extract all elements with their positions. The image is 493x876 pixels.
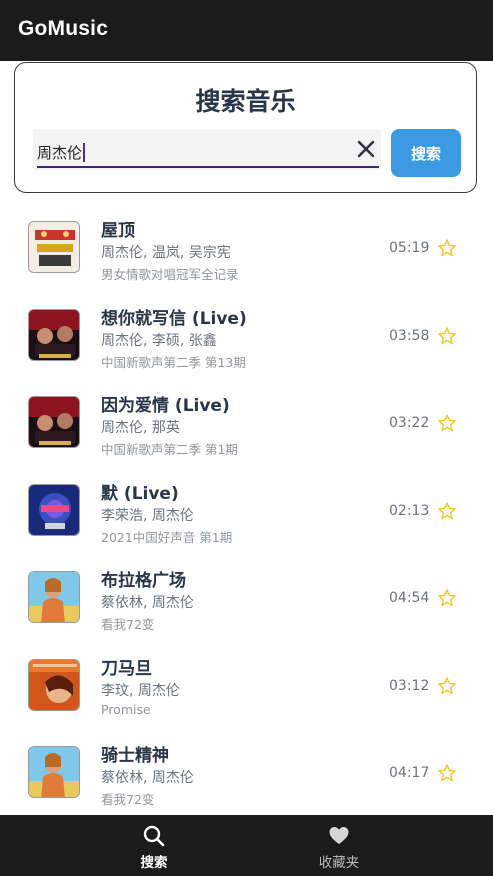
song-title: 因为爱情 (Live) — [101, 396, 230, 416]
song-duration: 04:17 — [389, 765, 430, 781]
song-album: Promise — [101, 701, 151, 717]
star-outline-icon[interactable] — [437, 413, 457, 433]
app-title: GoMusic — [18, 17, 109, 40]
star-outline-icon[interactable] — [437, 238, 457, 258]
song-row[interactable]: 屋顶 周杰伦, 温岚, 吴宗宪 男女情歌对唱冠军全记录 05:19 — [0, 200, 493, 288]
search-input-underline — [37, 166, 379, 168]
song-row[interactable]: 因为爱情 (Live) 周杰伦, 那英 中国新歌声第二季 第1期 03:22 — [0, 375, 493, 463]
search-button[interactable]: 搜索 — [391, 129, 461, 177]
close-icon[interactable] — [357, 140, 375, 158]
star-outline-icon[interactable] — [437, 676, 457, 696]
song-artists: 蔡依林, 周杰伦 — [101, 770, 194, 786]
heart-icon — [329, 827, 349, 844]
song-row[interactable]: 想你就写信 (Live) 周杰伦, 李硕, 张鑫 中国新歌声第二季 第13期 0… — [0, 288, 493, 376]
app-bar: GoMusic — [0, 0, 493, 61]
song-row[interactable]: 布拉格广场 蔡依林, 周杰伦 看我72变 04:54 — [0, 550, 493, 638]
nav-tab-search[interactable]: 搜索 — [89, 815, 219, 876]
song-title: 骑士精神 — [101, 746, 169, 766]
song-duration: 02:13 — [389, 502, 430, 519]
album-cover — [28, 571, 80, 623]
song-album: 男女情歌对唱冠军全记录 — [101, 267, 239, 282]
song-row[interactable]: 刀马旦 李玟, 周杰伦 Promise 03:12 — [0, 638, 493, 726]
song-artists: 周杰伦, 李硕, 张鑫 — [101, 332, 217, 349]
star-outline-icon[interactable] — [437, 326, 457, 346]
song-title: 屋顶 — [101, 221, 135, 241]
song-title: 刀马旦 — [101, 658, 152, 679]
song-artists: 李玟, 周杰伦 — [101, 682, 180, 699]
song-title: 布拉格广场 — [101, 571, 186, 591]
song-album: 2021中国好声音 第1期 — [101, 529, 233, 545]
song-title: 默 (Live) — [101, 483, 179, 504]
search-input[interactable]: 周杰伦 — [33, 129, 381, 170]
star-outline-icon[interactable] — [437, 588, 457, 608]
album-cover — [28, 221, 80, 273]
song-album: 看我72变 — [101, 617, 155, 632]
song-album: 中国新歌声第二季 第1期 — [101, 442, 238, 457]
nav-tab-favorites[interactable]: 收藏夹 — [274, 815, 404, 876]
song-album: 中国新歌声第二季 第13期 — [101, 354, 246, 370]
text-caret — [83, 143, 86, 162]
song-duration: 03:12 — [389, 677, 430, 694]
song-title: 想你就写信 (Live) — [101, 308, 247, 329]
song-duration: 03:22 — [389, 415, 430, 431]
song-artists: 蔡依林, 周杰伦 — [101, 595, 194, 611]
song-list: 屋顶 周杰伦, 温岚, 吴宗宪 男女情歌对唱冠军全记录 05:19 想你就写信 … — [0, 200, 493, 815]
search-icon — [143, 825, 165, 847]
bottom-nav: 搜索 收藏夹 — [0, 815, 493, 876]
nav-favorites-label: 收藏夹 — [318, 855, 360, 871]
star-outline-icon[interactable] — [437, 763, 457, 783]
song-duration: 03:58 — [389, 327, 430, 344]
song-row[interactable]: 默 (Live) 李荣浩, 周杰伦 2021中国好声音 第1期 02:13 — [0, 463, 493, 551]
nav-search-label: 搜索 — [140, 855, 168, 871]
song-artists: 周杰伦, 那英 — [101, 420, 180, 436]
album-cover — [28, 308, 80, 361]
search-card: 搜索音乐 周杰伦 搜索 — [14, 62, 477, 193]
search-heading: 搜索音乐 — [195, 87, 296, 116]
song-album: 看我72变 — [101, 792, 155, 807]
star-outline-icon[interactable] — [437, 501, 457, 521]
album-cover — [28, 483, 80, 536]
album-cover — [28, 658, 80, 711]
song-duration: 05:19 — [389, 240, 430, 256]
search-input-value: 周杰伦 — [37, 144, 83, 162]
song-artists: 周杰伦, 温岚, 吴宗宪 — [101, 245, 231, 261]
album-cover — [28, 396, 80, 448]
album-cover — [28, 746, 80, 798]
song-duration: 04:54 — [389, 590, 430, 606]
song-artists: 李荣浩, 周杰伦 — [101, 507, 194, 524]
song-row[interactable]: 骑士精神 蔡依林, 周杰伦 看我72变 04:17 — [0, 725, 493, 813]
